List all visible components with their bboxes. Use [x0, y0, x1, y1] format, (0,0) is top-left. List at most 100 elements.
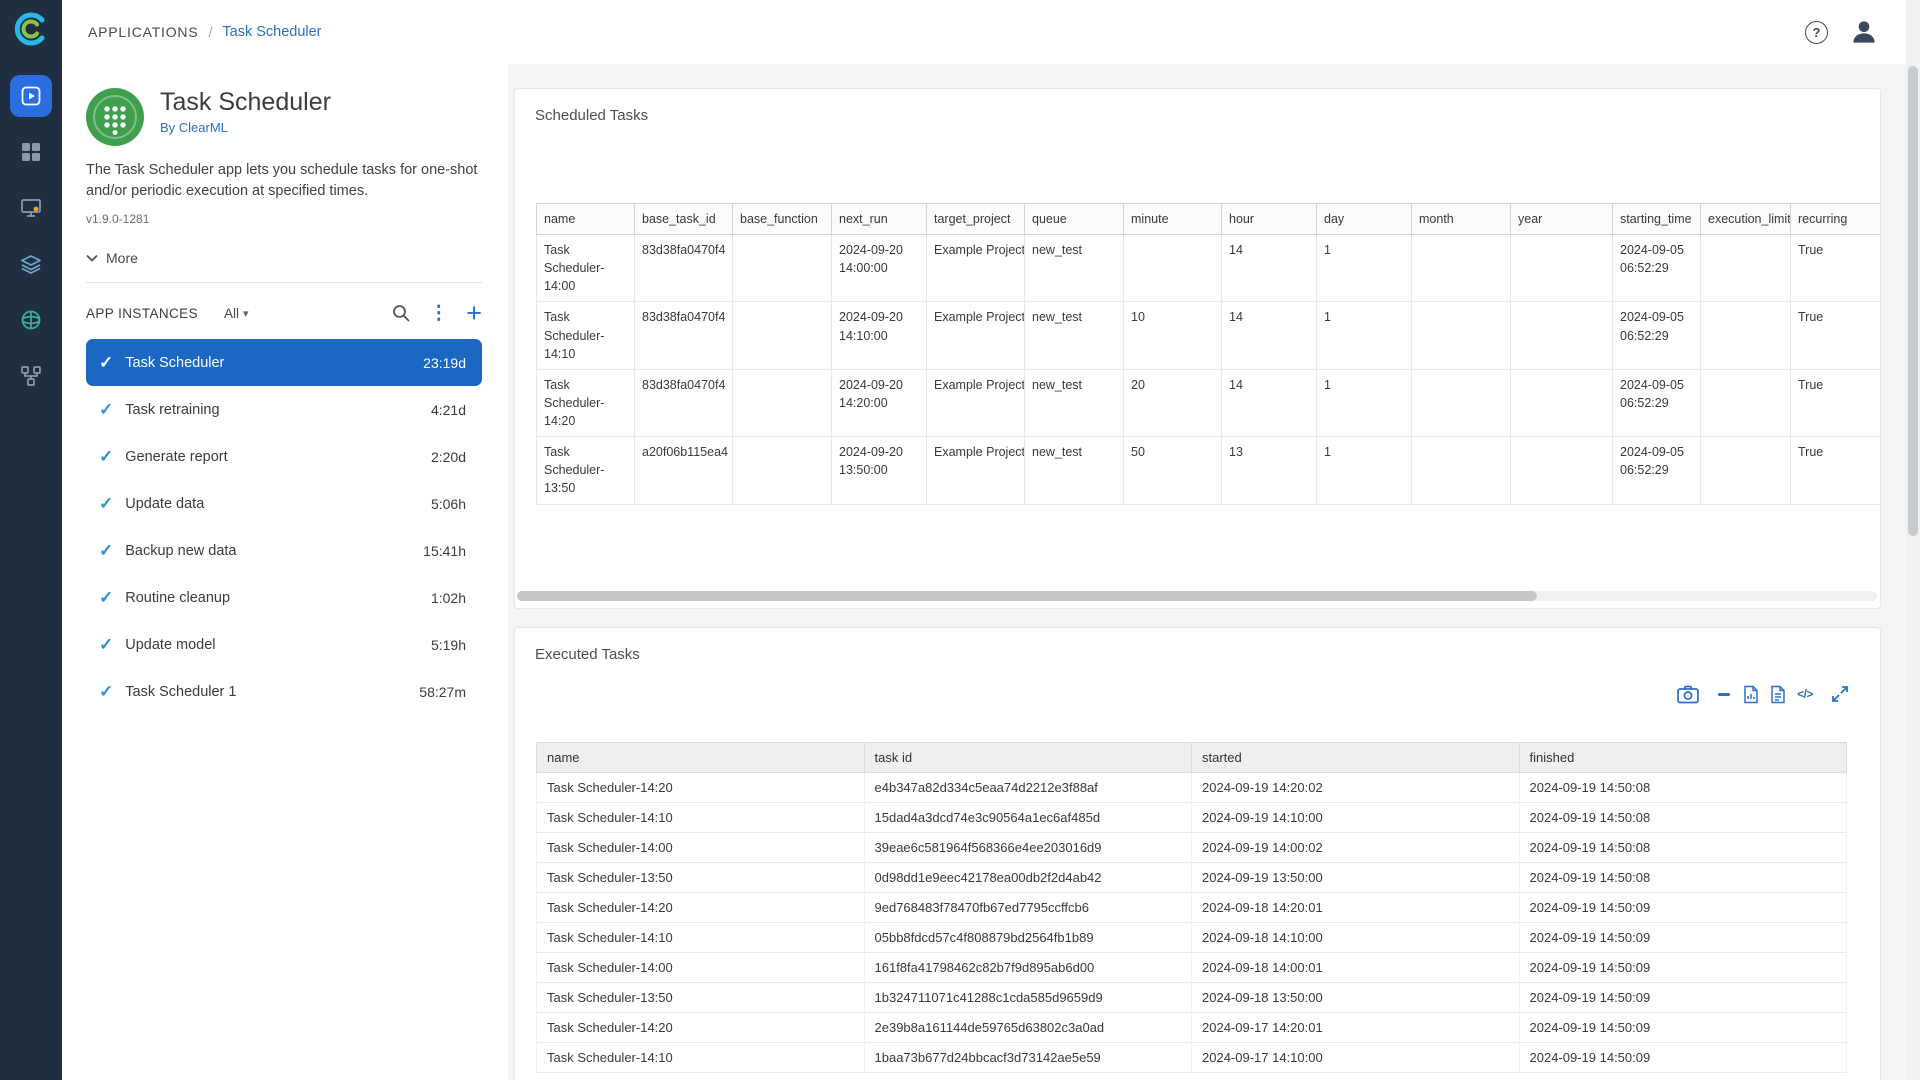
snapshot-button[interactable]	[1677, 685, 1699, 704]
instance-row[interactable]: ✓ Task Scheduler 23:19d	[86, 339, 482, 386]
by-clearml-link[interactable]: By ClearML	[160, 120, 228, 135]
cell-started: 2024-09-17 14:10:00	[1192, 1043, 1520, 1073]
more-toggle[interactable]: More	[86, 250, 138, 266]
cell-task-id-link[interactable]: 1b324711071c41288c1cda585d9659d9	[864, 983, 1192, 1013]
workers-icon	[20, 197, 42, 219]
instance-label: Update model	[125, 637, 215, 653]
instance-row[interactable]: ✓ Generate report 2:20d	[86, 433, 482, 480]
cell-task-id-link[interactable]: 15dad4a3dcd74e3c90564a1ec6af485d	[864, 803, 1192, 833]
cell-minute: 20	[1124, 369, 1222, 436]
cell-task-id-link[interactable]: 0d98dd1e9eec42178ea00db2f2d4ab42	[864, 863, 1192, 893]
page-title: Task Scheduler	[160, 88, 331, 117]
user-avatar[interactable]	[1848, 16, 1880, 48]
search-button[interactable]	[391, 303, 411, 323]
kebab-menu-icon[interactable]: ⋮	[429, 302, 448, 325]
executed-task-row: Task Scheduler-14:20 9ed768483f78470fb67…	[537, 893, 1847, 923]
add-instance-button[interactable]: +	[466, 301, 482, 325]
cell-next-run: 2024-09-20 14:00:00	[832, 235, 927, 302]
help-button[interactable]: ?	[1805, 21, 1828, 44]
cell-minute: 50	[1124, 437, 1222, 504]
breadcrumb-applications[interactable]: APPLICATIONS	[88, 24, 198, 40]
instance-label: Generate report	[125, 449, 227, 465]
cell-base-task-id-link[interactable]: a20f06b115ea4	[635, 437, 733, 504]
instance-list: ✓ Task Scheduler 23:19d ✓ Task retrainin…	[86, 339, 482, 715]
cell-day: 1	[1317, 302, 1412, 369]
nav-projects[interactable]	[10, 131, 52, 173]
cell-queue: new_test	[1025, 437, 1124, 504]
nav-workers[interactable]	[10, 187, 52, 229]
cell-task-id-link[interactable]: 1baa73b677d24bbcacf3d73142ae5e59	[864, 1043, 1192, 1073]
dropdown-caret-icon: ▾	[243, 307, 249, 320]
cell-recurring: True	[1791, 302, 1882, 369]
cell-minute: 10	[1124, 302, 1222, 369]
instance-elapsed-time: 15:41h	[423, 543, 466, 559]
cell-finished: 2024-09-19 14:50:09	[1519, 1013, 1847, 1043]
download-xlsx-button[interactable]	[1743, 685, 1759, 704]
scheduled-tasks-table: namebase_task_idbase_functionnext_runtar…	[536, 203, 1881, 505]
collapse-button[interactable]	[1716, 684, 1732, 704]
instance-row[interactable]: ✓ Update model 5:19h	[86, 621, 482, 668]
cell-finished: 2024-09-19 14:50:09	[1519, 983, 1847, 1013]
check-icon: ✓	[99, 400, 113, 420]
instance-row[interactable]: ✓ Routine cleanup 1:02h	[86, 574, 482, 621]
cell-target-project: Example Project	[927, 302, 1025, 369]
cell-base-task-id-link[interactable]: 83d38fa0470f4	[635, 302, 733, 369]
instance-label: Task Scheduler 1	[125, 684, 236, 700]
cell-month	[1412, 302, 1511, 369]
person-icon	[1848, 16, 1880, 48]
cell-name: Task Scheduler-13:50	[537, 437, 635, 504]
nav-applications[interactable]	[10, 75, 52, 117]
instance-row[interactable]: ✓ Update data 5:06h	[86, 480, 482, 527]
check-icon: ✓	[99, 353, 113, 373]
horizontal-scrollbar-thumb[interactable]	[517, 591, 1537, 601]
vertical-scrollbar-track[interactable]	[1906, 0, 1920, 1080]
breadcrumb-current-page: Task Scheduler	[222, 24, 321, 40]
scheduled-task-row: Task Scheduler-14:10 83d38fa0470f4 2024-…	[537, 302, 1882, 369]
cell-task-name: Task Scheduler-14:10	[537, 1043, 865, 1073]
cell-task-id-link[interactable]: e4b347a82d334c5eaa74d2212e3f88af	[864, 773, 1192, 803]
cell-recurring: True	[1791, 235, 1882, 302]
instance-row[interactable]: ✓ Task Scheduler 1 58:27m	[86, 668, 482, 715]
executed-task-row: Task Scheduler-14:20 e4b347a82d334c5eaa7…	[537, 773, 1847, 803]
download-csv-button[interactable]	[1770, 685, 1786, 704]
cell-task-id-link[interactable]: 2e39b8a161144de59765d63802c3a0ad	[864, 1013, 1192, 1043]
expand-button[interactable]	[1830, 684, 1850, 704]
more-label: More	[106, 250, 138, 266]
scheduled-task-row: Task Scheduler-14:20 83d38fa0470f4 2024-…	[537, 369, 1882, 436]
executed-tasks-title: Executed Tasks	[535, 646, 640, 663]
embed-code-button[interactable]: </>	[1797, 687, 1813, 701]
cell-execution-limit	[1701, 235, 1791, 302]
scheduled-column-header: hour	[1222, 204, 1317, 235]
check-icon: ✓	[99, 588, 113, 608]
executed-tasks-table: nametask idstartedfinished Task Schedule…	[536, 742, 1847, 1073]
instance-row[interactable]: ✓ Backup new data 15:41h	[86, 527, 482, 574]
instance-elapsed-time: 5:19h	[431, 637, 466, 653]
cell-month	[1412, 369, 1511, 436]
executed-task-row: Task Scheduler-14:00 161f8fa41798462c82b…	[537, 953, 1847, 983]
nav-pipelines[interactable]	[10, 355, 52, 397]
vertical-scrollbar-thumb[interactable]	[1908, 66, 1918, 536]
clearml-logo[interactable]	[12, 10, 50, 48]
instances-filter-dropdown[interactable]: All ▾	[224, 306, 249, 321]
app-title-block: Task Scheduler By ClearML	[160, 88, 331, 137]
task-scheduler-app-icon	[86, 88, 144, 146]
executed-task-row: Task Scheduler-14:10 05bb8fdcd57c4f80887…	[537, 923, 1847, 953]
nav-datasets[interactable]	[10, 243, 52, 285]
cell-month	[1412, 235, 1511, 302]
cell-base-task-id-link[interactable]: 83d38fa0470f4	[635, 235, 733, 302]
cell-task-id-link[interactable]: 9ed768483f78470fb67ed7795ccffcb6	[864, 893, 1192, 923]
cell-execution-limit	[1701, 437, 1791, 504]
cell-base-task-id-link[interactable]: 83d38fa0470f4	[635, 369, 733, 436]
scheduled-column-header: target_project	[927, 204, 1025, 235]
instance-row[interactable]: ✓ Task retraining 4:21d	[86, 386, 482, 433]
cell-target-project: Example Project	[927, 369, 1025, 436]
horizontal-scrollbar-track[interactable]	[517, 591, 1877, 601]
scheduled-header-row: namebase_task_idbase_functionnext_runtar…	[537, 204, 1882, 235]
nav-hyperdatasets[interactable]	[10, 299, 52, 341]
instance-elapsed-time: 23:19d	[423, 355, 466, 371]
check-icon: ✓	[99, 447, 113, 467]
cell-task-id-link[interactable]: 161f8fa41798462c82b7f9d895ab6d00	[864, 953, 1192, 983]
cell-task-id-link[interactable]: 05bb8fdcd57c4f808879bd2564fb1b89	[864, 923, 1192, 953]
cell-task-id-link[interactable]: 39eae6c581964f568366e4ee203016d9	[864, 833, 1192, 863]
cell-name: Task Scheduler-14:10	[537, 302, 635, 369]
